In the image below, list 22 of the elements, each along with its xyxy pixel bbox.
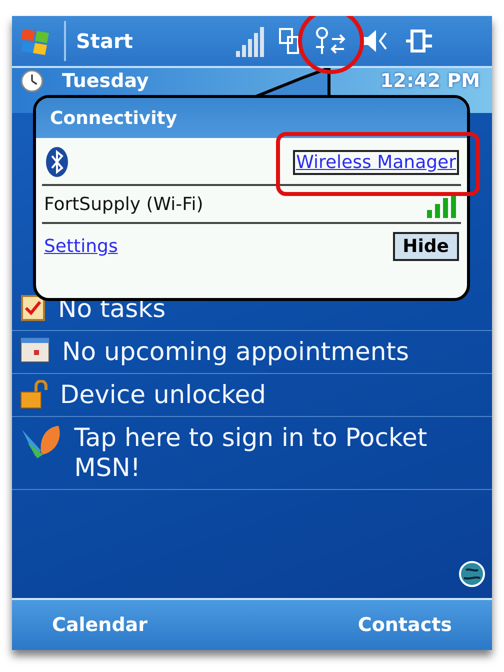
- signal-bars-icon[interactable]: [236, 25, 266, 57]
- task-checkbox-icon: [20, 294, 46, 322]
- calendar-icon: [20, 337, 50, 363]
- computer-icon[interactable]: [278, 27, 300, 55]
- globe-icon[interactable]: [458, 560, 486, 588]
- bluetooth-icon[interactable]: [44, 146, 70, 178]
- today-item-text[interactable]: Device unlocked: [60, 380, 266, 410]
- network-name: FortSupply (Wi-Fi): [44, 194, 204, 214]
- settings-link[interactable]: Settings: [44, 236, 118, 257]
- calendar-softkey[interactable]: Calendar: [52, 614, 148, 636]
- time-label: 12:42 PM: [380, 69, 480, 93]
- open-padlock-icon: [20, 380, 48, 410]
- contacts-softkey[interactable]: Contacts: [358, 614, 452, 636]
- today-item-text[interactable]: Tap here to sign in to Pocket MSN!: [74, 423, 484, 483]
- popup-title: Connectivity: [50, 108, 178, 128]
- wireless-manager-link[interactable]: Wireless Manager: [293, 150, 459, 174]
- day-label: Tuesday: [62, 69, 149, 93]
- start-label[interactable]: Start: [64, 21, 133, 61]
- annotation-circle: [298, 16, 364, 74]
- hide-button[interactable]: Hide: [392, 232, 459, 261]
- clock-icon: [20, 69, 44, 93]
- today-item-text[interactable]: No upcoming appointments: [62, 337, 410, 367]
